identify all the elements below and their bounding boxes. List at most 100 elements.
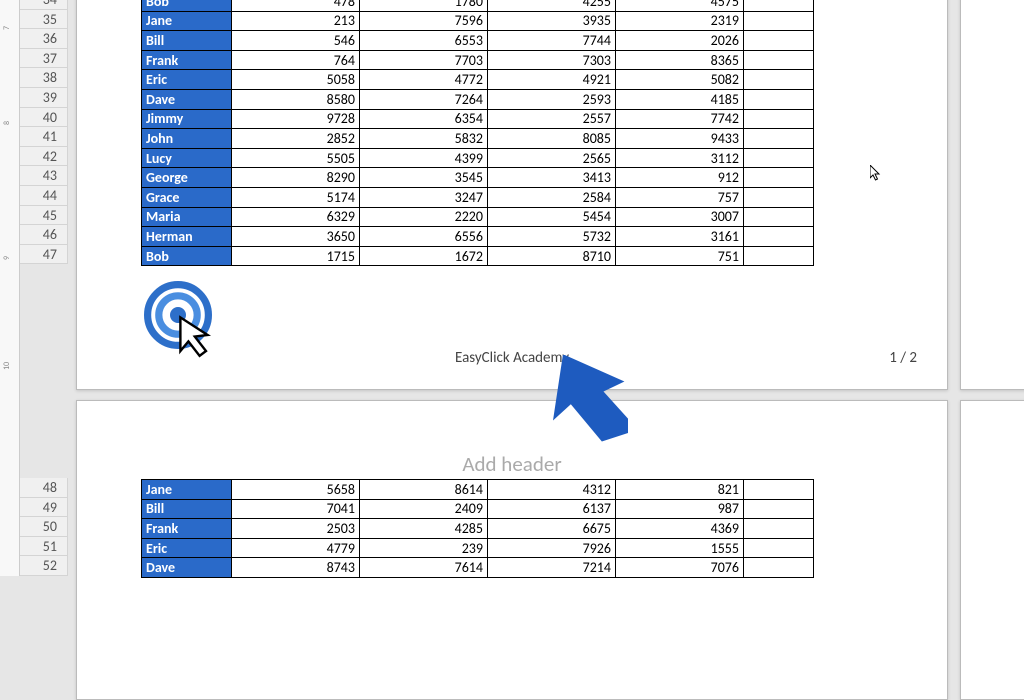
value-cell[interactable]: 239 xyxy=(360,538,488,558)
name-cell[interactable]: Grace xyxy=(142,187,232,207)
table-row[interactable]: Bill704124096137987 xyxy=(142,499,814,519)
table-row[interactable]: Grace517432472584757 xyxy=(142,187,814,207)
value-cell[interactable]: 3161 xyxy=(616,227,744,247)
value-cell[interactable]: 987 xyxy=(616,499,744,519)
value-cell[interactable]: 3112 xyxy=(616,148,744,168)
value-cell[interactable]: 1780 xyxy=(360,0,488,11)
row-header[interactable]: 44 xyxy=(20,186,68,206)
value-cell[interactable]: 6137 xyxy=(488,499,616,519)
empty-cell[interactable] xyxy=(744,538,814,558)
row-header[interactable]: 42 xyxy=(20,147,68,167)
table-row[interactable]: Jane565886144312821 xyxy=(142,480,814,500)
value-cell[interactable]: 2026 xyxy=(616,31,744,51)
table-row[interactable]: Bob171516728710751 xyxy=(142,246,814,266)
value-cell[interactable]: 7041 xyxy=(232,499,360,519)
row-header[interactable]: 34 xyxy=(20,0,68,10)
value-cell[interactable]: 3413 xyxy=(488,168,616,188)
footer-page-number[interactable]: 1 / 2 xyxy=(889,349,917,367)
table-row[interactable]: Herman3650655657323161 xyxy=(142,227,814,247)
name-cell[interactable]: Eric xyxy=(142,538,232,558)
empty-cell[interactable] xyxy=(744,246,814,266)
row-header[interactable]: 35 xyxy=(20,10,68,30)
row-header[interactable]: 39 xyxy=(20,88,68,108)
value-cell[interactable]: 9433 xyxy=(616,129,744,149)
value-cell[interactable]: 6675 xyxy=(488,519,616,539)
value-cell[interactable]: 546 xyxy=(232,31,360,51)
empty-cell[interactable] xyxy=(744,519,814,539)
table-row[interactable]: Dave8743761472147076 xyxy=(142,558,814,578)
value-cell[interactable]: 7214 xyxy=(488,558,616,578)
value-cell[interactable]: 8290 xyxy=(232,168,360,188)
name-cell[interactable]: Eric xyxy=(142,70,232,90)
empty-cell[interactable] xyxy=(744,11,814,31)
name-cell[interactable]: Jimmy xyxy=(142,109,232,129)
name-cell[interactable]: Herman xyxy=(142,227,232,247)
empty-cell[interactable] xyxy=(744,31,814,51)
value-cell[interactable]: 5505 xyxy=(232,148,360,168)
value-cell[interactable]: 8710 xyxy=(488,246,616,266)
value-cell[interactable]: 4285 xyxy=(360,519,488,539)
value-cell[interactable]: 4312 xyxy=(488,480,616,500)
value-cell[interactable]: 6354 xyxy=(360,109,488,129)
value-cell[interactable]: 3007 xyxy=(616,207,744,227)
name-cell[interactable]: Bob xyxy=(142,0,232,11)
name-cell[interactable]: Maria xyxy=(142,207,232,227)
value-cell[interactable]: 2557 xyxy=(488,109,616,129)
value-cell[interactable]: 5658 xyxy=(232,480,360,500)
value-cell[interactable]: 7303 xyxy=(488,50,616,70)
value-cell[interactable]: 213 xyxy=(232,11,360,31)
value-cell[interactable]: 7742 xyxy=(616,109,744,129)
table-row[interactable]: Lucy5505439925653112 xyxy=(142,148,814,168)
table-row[interactable]: Bob478178042554575 xyxy=(142,0,814,11)
empty-cell[interactable] xyxy=(744,148,814,168)
empty-cell[interactable] xyxy=(744,499,814,519)
table-row[interactable]: John2852583280859433 xyxy=(142,129,814,149)
value-cell[interactable]: 6556 xyxy=(360,227,488,247)
value-cell[interactable]: 5454 xyxy=(488,207,616,227)
empty-cell[interactable] xyxy=(744,70,814,90)
value-cell[interactable]: 8614 xyxy=(360,480,488,500)
value-cell[interactable]: 2409 xyxy=(360,499,488,519)
value-cell[interactable]: 2584 xyxy=(488,187,616,207)
value-cell[interactable]: 2852 xyxy=(232,129,360,149)
table-row[interactable]: Jane213759639352319 xyxy=(142,11,814,31)
row-header[interactable]: 37 xyxy=(20,49,68,69)
value-cell[interactable]: 4921 xyxy=(488,70,616,90)
value-cell[interactable]: 7926 xyxy=(488,538,616,558)
value-cell[interactable]: 7614 xyxy=(360,558,488,578)
name-cell[interactable]: Bill xyxy=(142,31,232,51)
value-cell[interactable]: 1672 xyxy=(360,246,488,266)
row-header[interactable]: 51 xyxy=(20,537,68,557)
row-header[interactable]: 47 xyxy=(20,245,68,265)
name-cell[interactable]: Bill xyxy=(142,499,232,519)
empty-cell[interactable] xyxy=(744,558,814,578)
value-cell[interactable]: 3650 xyxy=(232,227,360,247)
value-cell[interactable]: 912 xyxy=(616,168,744,188)
value-cell[interactable]: 3935 xyxy=(488,11,616,31)
name-cell[interactable]: Frank xyxy=(142,50,232,70)
value-cell[interactable]: 764 xyxy=(232,50,360,70)
table-row[interactable]: Frank764770373038365 xyxy=(142,50,814,70)
value-cell[interactable]: 9728 xyxy=(232,109,360,129)
value-cell[interactable]: 7703 xyxy=(360,50,488,70)
name-cell[interactable]: Frank xyxy=(142,519,232,539)
value-cell[interactable]: 478 xyxy=(232,0,360,11)
empty-cell[interactable] xyxy=(744,109,814,129)
table-row[interactable]: Maria6329222054543007 xyxy=(142,207,814,227)
value-cell[interactable]: 4575 xyxy=(616,0,744,11)
empty-cell[interactable] xyxy=(744,129,814,149)
name-cell[interactable]: Lucy xyxy=(142,148,232,168)
row-header[interactable]: 52 xyxy=(20,556,68,576)
value-cell[interactable]: 4772 xyxy=(360,70,488,90)
table-row[interactable]: Eric477923979261555 xyxy=(142,538,814,558)
value-cell[interactable]: 5082 xyxy=(616,70,744,90)
table-row[interactable]: Bill546655377442026 xyxy=(142,31,814,51)
name-cell[interactable]: Dave xyxy=(142,89,232,109)
value-cell[interactable]: 8085 xyxy=(488,129,616,149)
name-cell[interactable]: Bob xyxy=(142,246,232,266)
value-cell[interactable]: 7076 xyxy=(616,558,744,578)
value-cell[interactable]: 3247 xyxy=(360,187,488,207)
value-cell[interactable]: 821 xyxy=(616,480,744,500)
empty-cell[interactable] xyxy=(744,89,814,109)
data-table-2[interactable]: Jane565886144312821Bill704124096137987Fr… xyxy=(141,479,814,578)
